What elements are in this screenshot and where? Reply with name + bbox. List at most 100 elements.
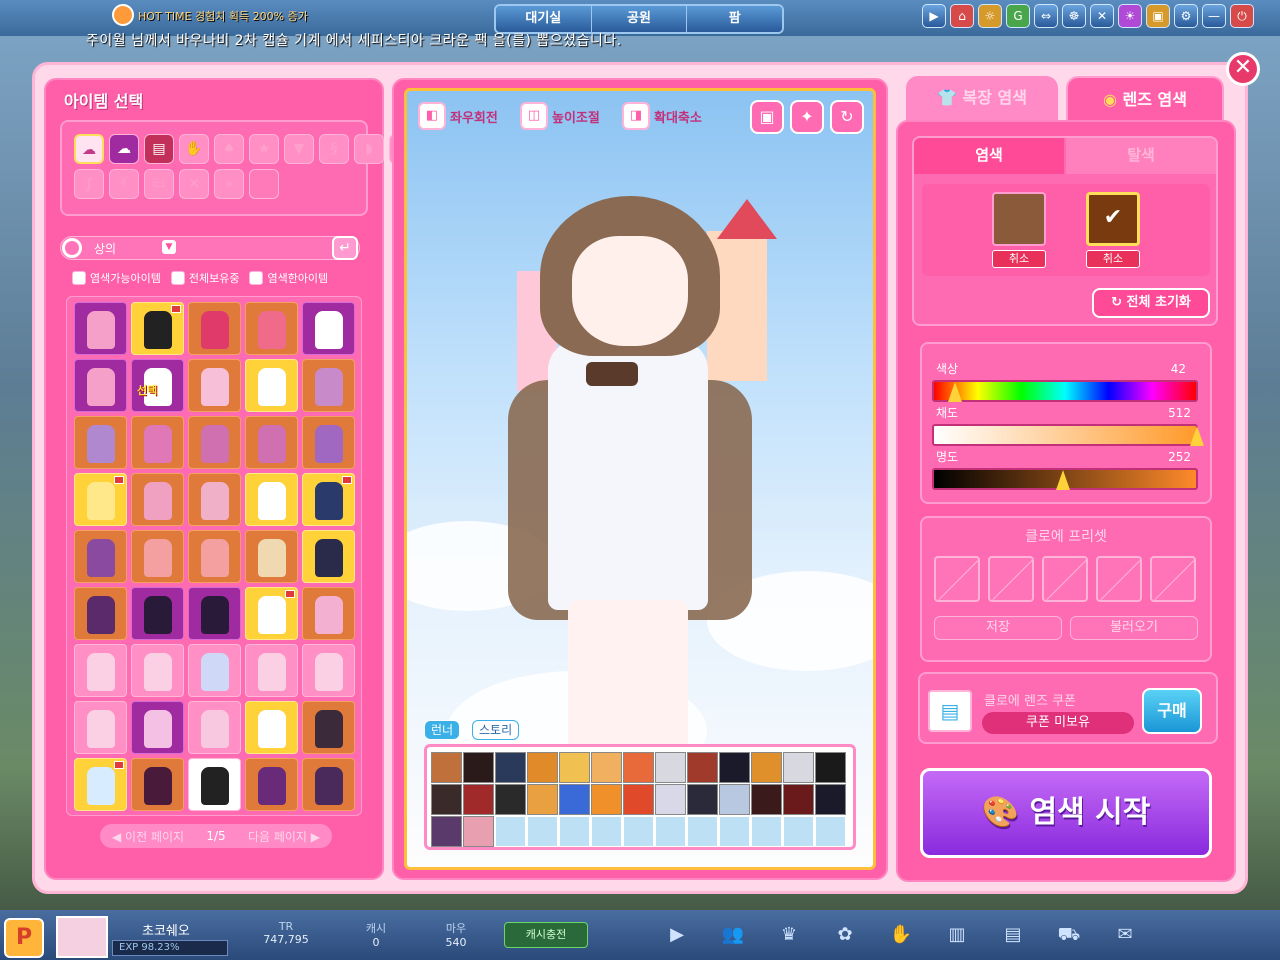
play-icon[interactable]: ▶ (664, 922, 690, 948)
category-shoe-icon[interactable]: ◗ (354, 134, 384, 164)
category-glove-icon[interactable]: ✋ (179, 134, 209, 164)
subtab-bleach[interactable]: 탈색 (1066, 138, 1216, 174)
character-portrait[interactable] (495, 784, 526, 815)
category-down-icon[interactable]: ▼ (284, 134, 314, 164)
close-button[interactable]: ✕ (1226, 52, 1260, 86)
item-slot[interactable] (188, 530, 241, 583)
filter-owned[interactable]: 전체보유중 (170, 270, 239, 286)
book-icon[interactable]: ▣ (1146, 4, 1170, 28)
next-page-button[interactable]: 다음 페이지 ▶ (248, 828, 320, 845)
character-portrait[interactable] (783, 752, 814, 783)
height-control[interactable]: ◫ 높이조절 (520, 102, 600, 130)
preset-slot[interactable] (1150, 556, 1196, 602)
category-shirt2-icon[interactable]: ☁ (109, 134, 139, 164)
item-slot[interactable] (302, 473, 355, 526)
character-portrait[interactable] (527, 752, 558, 783)
cart-icon[interactable]: ⛟ (1056, 922, 1082, 948)
pose-icon[interactable]: ✦ (790, 100, 824, 134)
item-slot[interactable] (302, 359, 355, 412)
item-slot[interactable] (188, 701, 241, 754)
subtab-dye[interactable]: 염색 (914, 138, 1064, 174)
character-portrait[interactable] (463, 752, 494, 783)
category-hand-icon[interactable]: ✌ (109, 169, 139, 199)
item-slot[interactable] (74, 644, 127, 697)
item-slot[interactable] (74, 416, 127, 469)
character-portrait[interactable] (495, 752, 526, 783)
item-slot[interactable] (131, 302, 184, 355)
item-slot[interactable] (131, 644, 184, 697)
tab-park[interactable]: 공원 (591, 6, 688, 32)
checkbox[interactable] (249, 271, 264, 285)
item-slot[interactable] (131, 758, 184, 811)
chat-icon[interactable]: ✉ (1112, 922, 1138, 948)
minimize-icon[interactable]: — (1202, 4, 1226, 28)
cancel-button[interactable]: 취소 (1086, 250, 1140, 268)
cancel-button[interactable]: 취소 (992, 250, 1046, 268)
tab-farm[interactable]: 팜 (687, 6, 782, 32)
item-slot[interactable] (245, 359, 298, 412)
friends-icon[interactable]: 👥 (720, 922, 746, 948)
save-preset-button[interactable]: 저장 (934, 616, 1062, 640)
reset-all-button[interactable]: ↻ 전체 초기화 (1092, 288, 1210, 318)
cash-charge-button[interactable]: 캐시충전 (504, 922, 588, 948)
item-slot[interactable] (131, 416, 184, 469)
category-cross-icon[interactable]: ✕ (179, 169, 209, 199)
chevron-down-icon[interactable]: ▼ (162, 240, 176, 254)
item-slot[interactable] (245, 758, 298, 811)
tab-story[interactable]: 스토리 (472, 720, 520, 740)
category-select-label[interactable]: 상의 (94, 240, 116, 257)
tab-runner[interactable]: 런너 (424, 720, 461, 740)
item-slot[interactable] (74, 587, 127, 640)
character-portrait[interactable] (463, 816, 494, 847)
item-slot[interactable] (245, 644, 298, 697)
exchange-icon[interactable]: ⇔ (1034, 4, 1058, 28)
category-skirt-icon[interactable]: ▤ (144, 134, 174, 164)
item-slot[interactable] (245, 587, 298, 640)
gear2-icon[interactable]: ☸ (1062, 4, 1086, 28)
item-slot[interactable] (302, 644, 355, 697)
event-icon[interactable]: ☀ (1118, 4, 1142, 28)
filter-dyeable[interactable]: 염색가능아이템 (72, 270, 161, 286)
category-hat-icon[interactable]: ▭ (144, 169, 174, 199)
item-slot[interactable] (245, 416, 298, 469)
category-arrow-icon[interactable]: » (214, 169, 244, 199)
item-slot[interactable] (245, 701, 298, 754)
item-slot[interactable] (302, 587, 355, 640)
saturation-slider[interactable] (932, 424, 1198, 446)
tab-lobby[interactable]: 대기실 (496, 6, 592, 32)
color-swatch-right-eye[interactable]: ✔ (1086, 192, 1140, 246)
character-portrait[interactable] (559, 752, 590, 783)
enter-button[interactable]: ↵ (332, 236, 358, 260)
item-slot[interactable] (74, 701, 127, 754)
character-portrait[interactable] (431, 816, 462, 847)
item-slot-selected[interactable]: 선택 (131, 359, 184, 412)
item-slot[interactable] (245, 302, 298, 355)
zoom-control[interactable]: ◨ 확대축소 (622, 102, 702, 130)
item-slot[interactable] (302, 416, 355, 469)
trophy-icon[interactable]: ♛ (776, 922, 802, 948)
premium-icon[interactable]: P (4, 918, 44, 958)
start-dye-button[interactable]: 🎨 염색 시작 (920, 768, 1212, 858)
hue-slider-handle[interactable] (948, 382, 962, 402)
character-portrait[interactable] (783, 784, 814, 815)
item-slot[interactable] (74, 473, 127, 526)
checkbox[interactable] (170, 271, 185, 285)
settings-icon[interactable]: ⚙ (1174, 4, 1198, 28)
filter-dyed[interactable]: 염색한아이템 (249, 270, 328, 286)
item-slot[interactable] (245, 530, 298, 583)
color-swatch-left-eye[interactable] (992, 192, 1046, 246)
reset-view-icon[interactable]: ↻ (830, 100, 864, 134)
item-slot[interactable] (302, 302, 355, 355)
brightness-slider-handle[interactable] (1056, 470, 1070, 490)
item-slot[interactable] (188, 644, 241, 697)
prev-page-button[interactable]: ◀ 이전 페이지 (112, 828, 184, 845)
character-portrait[interactable] (431, 752, 462, 783)
cross-icon[interactable]: ✕ (1090, 4, 1114, 28)
power-icon[interactable]: ⏻ (1230, 4, 1254, 28)
category-shirt-icon[interactable]: ☁ (74, 134, 104, 164)
character-portrait[interactable] (815, 784, 846, 815)
play-icon[interactable]: ▶ (922, 4, 946, 28)
item-slot[interactable] (131, 701, 184, 754)
item-slot[interactable] (188, 359, 241, 412)
tab-outfit-dye[interactable]: 👕 복장 염색 (906, 76, 1058, 124)
